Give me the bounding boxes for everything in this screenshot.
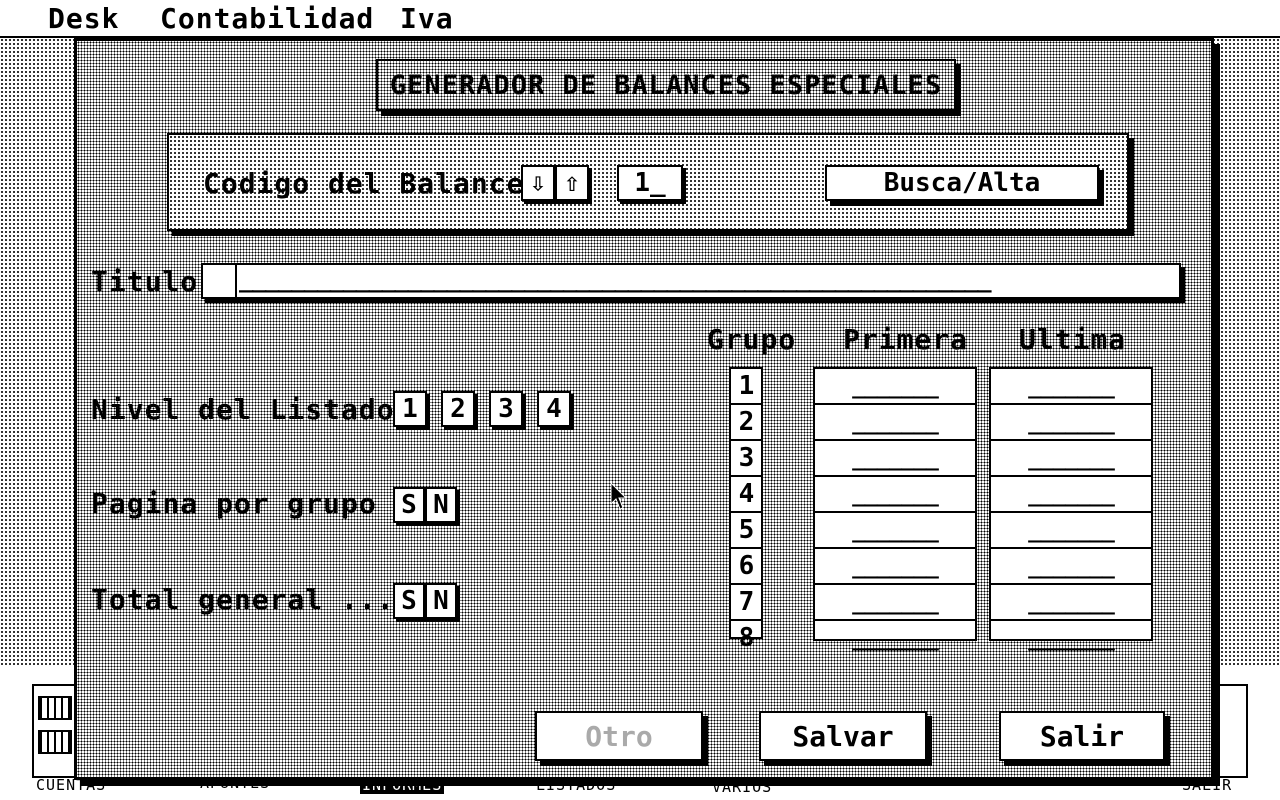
busca-alta-button[interactable]: Busca/Alta xyxy=(825,165,1099,201)
primera-column: _______ _______ _______ _______ _______ … xyxy=(813,367,977,651)
grupo-number-7: 7 xyxy=(731,585,761,621)
ultima-field-2[interactable]: _______ xyxy=(991,405,1151,441)
arrow-down-icon[interactable]: ⇩ xyxy=(521,165,555,201)
primera-field-2[interactable]: _______ xyxy=(815,405,975,441)
nivel-option-3[interactable]: 3 xyxy=(489,391,523,427)
grupo-number-4: 4 xyxy=(731,477,761,513)
titulo-label: Titulo xyxy=(91,265,199,298)
ultima-header: Ultima xyxy=(1019,323,1127,356)
ultima-field-4[interactable]: _______ xyxy=(991,477,1151,513)
grupo-number-5: 5 xyxy=(731,513,761,549)
codigo-input[interactable]: 1_ xyxy=(617,165,683,201)
primera-header: Primera xyxy=(843,323,969,356)
mouse-pointer-icon xyxy=(610,482,628,510)
grupo-number-8: 8 xyxy=(738,623,755,653)
codigo-panel: Codigo del Balance ⇩ ⇧ 1_ Busca/Alta xyxy=(167,133,1129,231)
icon-label-varios[interactable]: VARIOS xyxy=(712,778,772,796)
menu-desk[interactable]: Desk xyxy=(48,2,119,35)
grupo-number-column: 1 2 3 4 5 6 7 8 xyxy=(729,367,763,653)
arrow-up-icon[interactable]: ⇧ xyxy=(555,165,589,201)
balance-dialog: GENERADOR DE BALANCES ESPECIALES Codigo … xyxy=(74,38,1214,780)
primera-field-6[interactable]: _______ xyxy=(815,549,975,585)
dialog-title: GENERADOR DE BALANCES ESPECIALES xyxy=(376,59,956,111)
codigo-label: Codigo del Balance xyxy=(203,167,525,200)
ultima-field-8[interactable]: _______ xyxy=(991,621,1151,655)
pagina-option-s[interactable]: S xyxy=(393,487,425,523)
grupo-header: Grupo xyxy=(707,323,797,356)
pagina-label: Pagina por grupo xyxy=(91,487,377,520)
primera-field-4[interactable]: _______ xyxy=(815,477,975,513)
total-label: Total general ... xyxy=(91,583,395,616)
titulo-input[interactable]: ________________________________________… xyxy=(201,263,1181,299)
nivel-option-1[interactable]: 1 xyxy=(393,391,427,427)
total-option-n[interactable]: N xyxy=(425,583,457,619)
ultima-column: _______ _______ _______ _______ _______ … xyxy=(989,367,1153,651)
primera-field-1[interactable]: _______ xyxy=(815,369,975,405)
primera-field-5[interactable]: _______ xyxy=(815,513,975,549)
cuentas-icon[interactable] xyxy=(32,684,76,778)
salir-door-icon[interactable] xyxy=(1216,684,1248,778)
primera-field-3[interactable]: _______ xyxy=(815,441,975,477)
menu-contabilidad[interactable]: Contabilidad xyxy=(160,2,374,35)
salir-button[interactable]: Salir xyxy=(999,711,1165,761)
grupo-number-3: 3 xyxy=(731,441,761,477)
ultima-field-6[interactable]: _______ xyxy=(991,549,1151,585)
pagina-option-n[interactable]: N xyxy=(425,487,457,523)
ultima-field-5[interactable]: _______ xyxy=(991,513,1151,549)
menu-iva[interactable]: Iva xyxy=(400,2,454,35)
salvar-button[interactable]: Salvar xyxy=(759,711,927,761)
ultima-field-3[interactable]: _______ xyxy=(991,441,1151,477)
ultima-field-7[interactable]: _______ xyxy=(991,585,1151,621)
primera-field-7[interactable]: _______ xyxy=(815,585,975,621)
titulo-value: ________________________________________… xyxy=(239,265,992,293)
grupo-number-6: 6 xyxy=(731,549,761,585)
ultima-field-1[interactable]: _______ xyxy=(991,369,1151,405)
primera-field-8[interactable]: _______ xyxy=(815,621,975,655)
nivel-label: Nivel del Listado xyxy=(91,393,395,426)
total-option-s[interactable]: S xyxy=(393,583,425,619)
grupo-number-1: 1 xyxy=(731,369,761,405)
nivel-option-4[interactable]: 4 xyxy=(537,391,571,427)
menu-bar: Desk Contabilidad Iva xyxy=(0,0,1280,38)
otro-button[interactable]: Otro xyxy=(535,711,703,761)
grupo-number-2: 2 xyxy=(731,405,761,441)
nivel-option-2[interactable]: 2 xyxy=(441,391,475,427)
